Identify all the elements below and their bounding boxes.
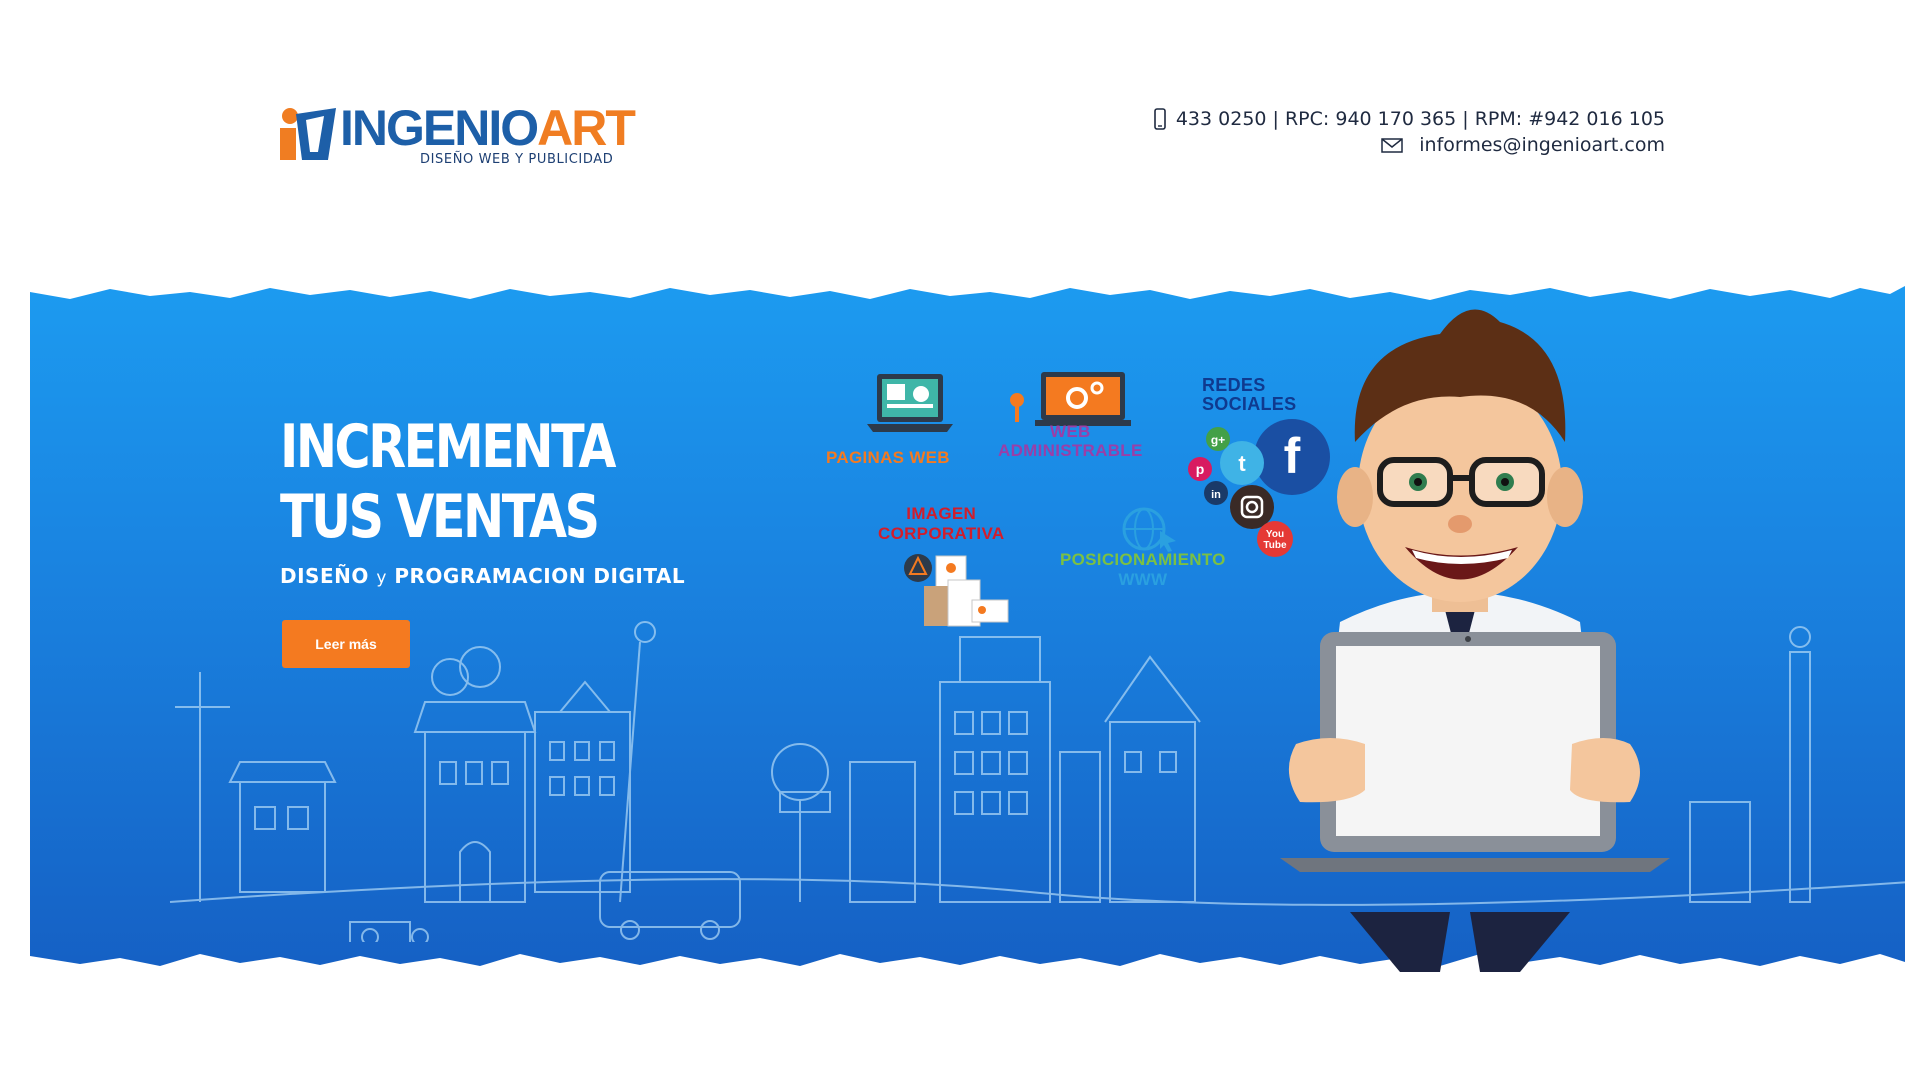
hero-banner: INCREMENTA TUS VENTAS DISEÑO y PROGRAMAC… <box>30 282 1905 972</box>
phone-numbers[interactable]: 433 0250 | RPC: 940 170 365 | RPM: #942 … <box>1176 106 1665 132</box>
brand-logo[interactable]: INGENIOART DISEÑO WEB Y PUBLICIDAD <box>278 100 636 172</box>
label-imagen-corporativa: IMAGEN CORPORATIVA <box>878 504 1005 543</box>
globe-cursor-icon <box>1122 507 1176 552</box>
email-link[interactable]: informes@ingenioart.com <box>1419 132 1665 158</box>
brand-tagline: DISEÑO WEB Y PUBLICIDAD <box>420 152 614 167</box>
brand-name: INGENIOART <box>340 100 636 156</box>
headline-line-2: TUS VENTAS <box>280 482 600 552</box>
hero-subline: DISEÑO y PROGRAMACION DIGITAL <box>280 564 686 588</box>
laptop-web-icon <box>867 374 953 432</box>
hero-headline: INCREMENTA TUS VENTAS DISEÑO y PROGRAMAC… <box>280 412 687 588</box>
monitor-settings-icon <box>1010 372 1131 426</box>
read-more-button[interactable]: Leer más <box>282 620 410 668</box>
contact-phones: 433 0250 | RPC: 940 170 365 | RPM: #942 … <box>1154 106 1665 132</box>
phone-icon <box>1154 108 1166 130</box>
label-paginas-web: PAGINAS WEB <box>826 448 950 467</box>
contact-info: 433 0250 | RPC: 940 170 365 | RPM: #942 … <box>1154 106 1665 158</box>
mascot-character-illustration <box>1280 309 1670 972</box>
contact-email: informes@ingenioart.com <box>1154 132 1665 158</box>
envelope-icon <box>1381 137 1403 153</box>
headline-line-1: INCREMENTA <box>280 412 617 482</box>
label-web-administrable: WEB ADMINISTRABLE <box>998 422 1143 460</box>
logo-mark-icon <box>280 108 336 160</box>
stationery-icon <box>904 554 1009 627</box>
